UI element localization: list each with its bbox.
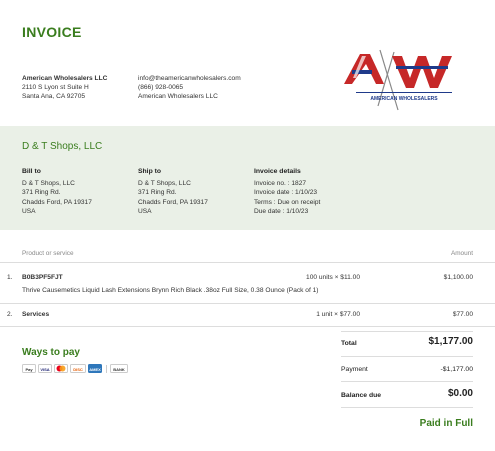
row-number: 1.	[7, 274, 13, 281]
client-name: D & T Shops, LLC	[22, 141, 103, 152]
invoice-due-date: Due date : 1/10/23	[254, 207, 309, 215]
payment-separator	[106, 365, 107, 373]
invoice-terms: Terms : Due on receipt	[254, 198, 321, 206]
bank-transfer-icon: BANK	[110, 364, 128, 373]
seller-company: American Wholesalers LLC	[138, 93, 218, 101]
totals-divider	[341, 356, 473, 357]
seller-address-line2: Santa Ana, CA 92705	[22, 93, 86, 101]
bill-to-line: USA	[22, 207, 36, 215]
ship-to-line: 371 Ring Rd.	[138, 189, 177, 197]
logo-tagline: AMERICAN WHOLESALERS	[370, 96, 438, 102]
mastercard-icon	[54, 364, 68, 373]
ship-to-line: USA	[138, 207, 152, 215]
item-quantity: 100 units × $11.00	[306, 274, 360, 281]
invoice-date: Invoice date : 1/10/23	[254, 189, 318, 197]
balance-due-label: Balance due	[341, 392, 382, 399]
total-value: $1,177.00	[428, 336, 474, 347]
invoice-number: Invoice no. : 1827	[254, 180, 307, 188]
bill-to-line: 371 Ring Rd.	[22, 189, 61, 197]
seller-name: American Wholesalers LLC	[22, 75, 108, 82]
seller-address-line1: 2110 S Lyon st Suite H	[22, 84, 89, 92]
discover-icon: DISC	[70, 364, 86, 373]
totals-divider	[341, 381, 473, 382]
ways-to-pay-heading: Ways to pay	[22, 347, 80, 358]
visa-icon: VISA	[38, 364, 52, 373]
item-amount: $77.00	[452, 311, 473, 318]
seller-phone: (866) 928-0065	[138, 84, 184, 92]
row-number: 2.	[7, 311, 13, 318]
column-product-header: Product or service	[22, 250, 74, 257]
totals-divider	[341, 407, 473, 408]
seller-address-block: American Wholesalers LLC 2110 S Lyon st …	[22, 74, 107, 102]
row-divider	[0, 303, 495, 304]
ship-to-heading: Ship to	[138, 168, 162, 175]
item-quantity: 1 unit × $77.00	[316, 311, 360, 318]
payment-value: -$1,177.00	[440, 366, 473, 373]
column-amount-header: Amount	[450, 250, 473, 257]
invoice-details-heading: Invoice details	[254, 168, 301, 175]
bill-to-heading: Bill to	[22, 168, 41, 175]
paid-status: Paid in Full	[419, 418, 473, 429]
ship-to-block: Ship to D & T Shops, LLC 371 Ring Rd. Ch…	[138, 167, 208, 216]
bill-to-line: D & T Shops, LLC	[22, 180, 75, 188]
bill-to-line: Chadds Ford, PA 19317	[22, 198, 92, 206]
row-divider	[0, 326, 495, 327]
balance-due-value: $0.00	[447, 388, 473, 399]
invoice-details-block: Invoice details Invoice no. : 1827 Invoi…	[254, 167, 320, 216]
item-name: B0B3PF5FJT	[22, 274, 63, 281]
payment-label: Payment	[341, 366, 368, 373]
invoice-title: INVOICE	[22, 24, 82, 40]
table-header-divider	[0, 262, 495, 263]
item-description: Thrive Causemetics Liquid Lash Extension…	[22, 287, 319, 294]
item-amount: $1,100.00	[443, 274, 473, 281]
apple-pay-icon: Pay	[22, 364, 36, 373]
company-logo: AMERICAN WHOLESALERS	[336, 48, 466, 112]
american-wholesalers-logo-icon: AMERICAN WHOLESALERS	[344, 49, 452, 111]
ship-to-line: D & T Shops, LLC	[138, 180, 191, 188]
totals-divider	[341, 331, 473, 332]
item-name: Services	[22, 311, 50, 318]
seller-email[interactable]: info@theamericanwholesalers.com	[138, 74, 241, 83]
seller-contact-block: info@theamericanwholesalers.com (866) 92…	[138, 74, 241, 102]
total-label: Total	[341, 340, 357, 347]
ship-to-line: Chadds Ford, PA 19317	[138, 198, 208, 206]
amex-icon: AMEX	[88, 364, 102, 373]
bill-to-block: Bill to D & T Shops, LLC 371 Ring Rd. Ch…	[22, 167, 92, 216]
